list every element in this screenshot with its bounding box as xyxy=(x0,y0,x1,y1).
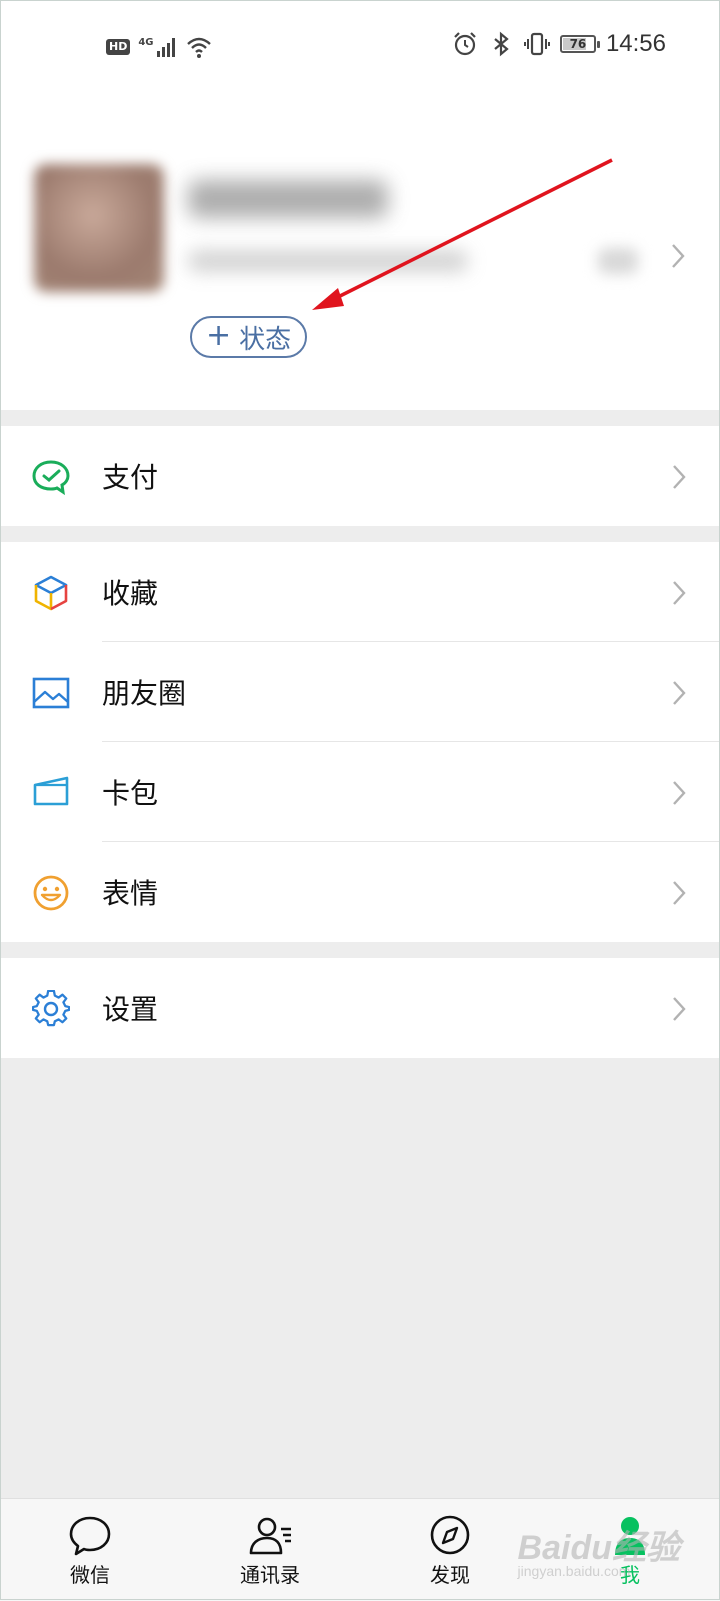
avatar[interactable] xyxy=(34,164,164,292)
status-bar: HD 4G 76 14:56 xyxy=(0,0,720,92)
wechat-id-blurred xyxy=(188,250,468,272)
plus-icon: + xyxy=(206,318,232,353)
chevron-right-icon xyxy=(673,997,686,1021)
alarm-icon xyxy=(454,32,476,56)
vibrate-icon xyxy=(523,32,550,56)
watermark-logo: Baidu经验 jingyan.baidu.com xyxy=(518,1520,680,1579)
add-status-button[interactable]: + 状态 xyxy=(190,316,308,358)
watermark-text: Baidu经验 xyxy=(517,1529,680,1567)
card-wallet-icon xyxy=(33,776,69,806)
battery-level: 76 xyxy=(569,37,587,51)
chevron-right-icon xyxy=(673,681,686,705)
chevron-right-icon xyxy=(673,465,686,489)
wifi-icon xyxy=(186,37,211,58)
moments-picture-icon xyxy=(32,677,70,709)
chevron-right-icon xyxy=(673,881,686,905)
hd-badge: HD xyxy=(106,39,131,55)
contacts-icon xyxy=(249,1517,291,1555)
clock: 14:56 xyxy=(605,30,666,57)
chat-bubble-icon xyxy=(69,1516,111,1556)
menu-item-pay[interactable]: 支付 xyxy=(0,426,720,526)
wechat-pay-icon xyxy=(32,460,70,496)
menu-item-cards[interactable]: 卡包 xyxy=(0,742,720,842)
bluetooth-icon xyxy=(494,31,509,57)
menu-item-label: 卡包 xyxy=(102,777,159,810)
profile-name-blurred xyxy=(188,180,388,218)
gear-icon xyxy=(32,990,70,1027)
menu-group-pay: 支付 xyxy=(0,426,720,526)
chevron-right-icon xyxy=(673,581,686,605)
menu-item-label: 朋友圈 xyxy=(102,677,187,710)
menu-item-favorites[interactable]: 收藏 xyxy=(0,542,720,642)
compass-icon xyxy=(430,1515,470,1555)
menu-item-label: 收藏 xyxy=(102,577,159,610)
menu-item-label: 设置 xyxy=(102,993,159,1026)
sticker-smile-icon xyxy=(33,875,69,911)
status-bar-right: 76 14:56 xyxy=(452,30,666,58)
network-type-label: 4G xyxy=(138,37,154,48)
tab-discover[interactable]: 发现 xyxy=(360,1499,540,1601)
menu-item-label: 表情 xyxy=(102,877,159,910)
menu-item-settings[interactable]: 设置 xyxy=(0,958,720,1058)
tab-label: 通讯录 xyxy=(240,1563,300,1587)
tab-contacts[interactable]: 通讯录 xyxy=(180,1499,360,1601)
add-status-label: 状态 xyxy=(239,324,292,355)
chevron-right-icon xyxy=(673,781,686,805)
menu-item-moments[interactable]: 朋友圈 xyxy=(0,642,720,742)
menu-group-content: 收藏 朋友圈 卡包 表情 xyxy=(0,542,720,942)
menu-item-stickers[interactable]: 表情 xyxy=(0,842,720,942)
chevron-right-icon xyxy=(672,244,685,268)
status-bar-left: HD 4G xyxy=(106,34,212,60)
profile-header[interactable]: + 状态 xyxy=(0,92,720,410)
network-signal-icon: 4G xyxy=(138,37,177,57)
menu-group-settings: 设置 xyxy=(0,958,720,1058)
favorites-cube-icon xyxy=(34,575,68,611)
tab-label: 微信 xyxy=(70,1563,110,1587)
tab-label: 发现 xyxy=(430,1563,470,1587)
tab-chats[interactable]: 微信 xyxy=(0,1499,180,1601)
battery-indicator: 76 xyxy=(559,35,600,53)
qr-code-icon[interactable] xyxy=(598,248,638,274)
menu-item-label: 支付 xyxy=(102,461,159,494)
